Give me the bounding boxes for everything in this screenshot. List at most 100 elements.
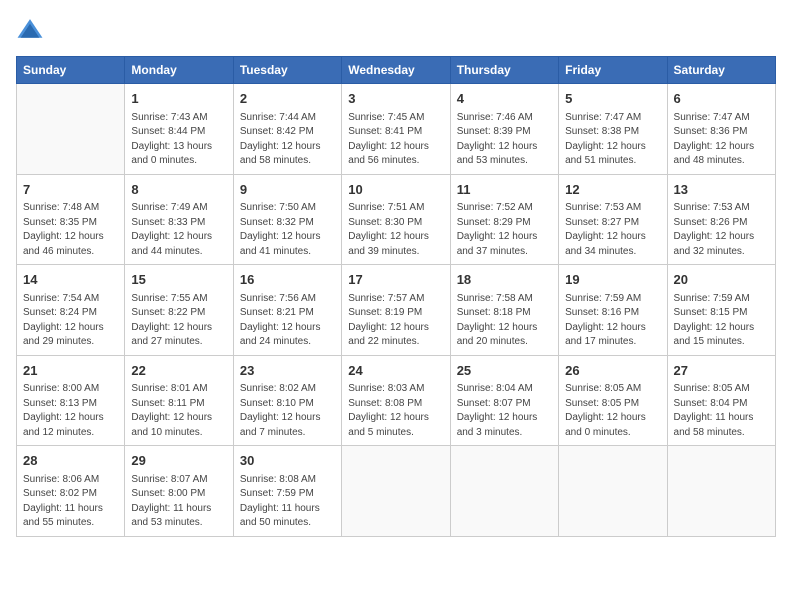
calendar-cell: 5Sunrise: 7:47 AMSunset: 8:38 PMDaylight…: [559, 84, 667, 175]
calendar-cell: [667, 446, 775, 537]
calendar-week-row: 14Sunrise: 7:54 AMSunset: 8:24 PMDayligh…: [17, 265, 776, 356]
day-info: Sunrise: 8:03 AMSunset: 8:08 PMDaylight:…: [348, 382, 443, 440]
calendar-cell: 10Sunrise: 7:51 AMSunset: 8:30 PMDayligh…: [342, 174, 450, 265]
day-number: 17: [348, 270, 443, 290]
day-number: 22: [131, 361, 226, 381]
day-info: Sunrise: 7:53 AMSunset: 8:26 PMDaylight:…: [674, 201, 769, 259]
day-info: Sunrise: 7:45 AMSunset: 8:41 PMDaylight:…: [348, 111, 443, 169]
day-number: 13: [674, 180, 769, 200]
day-number: 1: [131, 89, 226, 109]
calendar-cell: [559, 446, 667, 537]
calendar-cell: 22Sunrise: 8:01 AMSunset: 8:11 PMDayligh…: [125, 355, 233, 446]
calendar-cell: 9Sunrise: 7:50 AMSunset: 8:32 PMDaylight…: [233, 174, 341, 265]
day-number: 2: [240, 89, 335, 109]
calendar-cell: 23Sunrise: 8:02 AMSunset: 8:10 PMDayligh…: [233, 355, 341, 446]
calendar-cell: 30Sunrise: 8:08 AMSunset: 7:59 PMDayligh…: [233, 446, 341, 537]
day-number: 6: [674, 89, 769, 109]
calendar-cell: 25Sunrise: 8:04 AMSunset: 8:07 PMDayligh…: [450, 355, 558, 446]
day-number: 12: [565, 180, 660, 200]
day-number: 28: [23, 451, 118, 471]
calendar-week-row: 1Sunrise: 7:43 AMSunset: 8:44 PMDaylight…: [17, 84, 776, 175]
header-row: SundayMondayTuesdayWednesdayThursdayFrid…: [17, 57, 776, 84]
day-info: Sunrise: 8:02 AMSunset: 8:10 PMDaylight:…: [240, 382, 335, 440]
calendar-cell: 15Sunrise: 7:55 AMSunset: 8:22 PMDayligh…: [125, 265, 233, 356]
day-info: Sunrise: 7:46 AMSunset: 8:39 PMDaylight:…: [457, 111, 552, 169]
calendar-week-row: 21Sunrise: 8:00 AMSunset: 8:13 PMDayligh…: [17, 355, 776, 446]
day-number: 8: [131, 180, 226, 200]
day-number: 10: [348, 180, 443, 200]
day-info: Sunrise: 8:08 AMSunset: 7:59 PMDaylight:…: [240, 473, 335, 531]
calendar-cell: 19Sunrise: 7:59 AMSunset: 8:16 PMDayligh…: [559, 265, 667, 356]
calendar-week-row: 7Sunrise: 7:48 AMSunset: 8:35 PMDaylight…: [17, 174, 776, 265]
day-number: 21: [23, 361, 118, 381]
calendar-cell: 28Sunrise: 8:06 AMSunset: 8:02 PMDayligh…: [17, 446, 125, 537]
day-info: Sunrise: 8:05 AMSunset: 8:04 PMDaylight:…: [674, 382, 769, 440]
calendar-cell: 6Sunrise: 7:47 AMSunset: 8:36 PMDaylight…: [667, 84, 775, 175]
calendar-cell: [450, 446, 558, 537]
day-number: 24: [348, 361, 443, 381]
calendar-cell: 2Sunrise: 7:44 AMSunset: 8:42 PMDaylight…: [233, 84, 341, 175]
calendar-cell: 26Sunrise: 8:05 AMSunset: 8:05 PMDayligh…: [559, 355, 667, 446]
weekday-header: Sunday: [17, 57, 125, 84]
day-info: Sunrise: 7:57 AMSunset: 8:19 PMDaylight:…: [348, 292, 443, 350]
day-number: 23: [240, 361, 335, 381]
calendar-cell: 21Sunrise: 8:00 AMSunset: 8:13 PMDayligh…: [17, 355, 125, 446]
day-info: Sunrise: 7:43 AMSunset: 8:44 PMDaylight:…: [131, 111, 226, 169]
day-info: Sunrise: 7:47 AMSunset: 8:36 PMDaylight:…: [674, 111, 769, 169]
calendar-cell: 24Sunrise: 8:03 AMSunset: 8:08 PMDayligh…: [342, 355, 450, 446]
day-info: Sunrise: 7:50 AMSunset: 8:32 PMDaylight:…: [240, 201, 335, 259]
day-number: 11: [457, 180, 552, 200]
day-number: 25: [457, 361, 552, 381]
day-number: 18: [457, 270, 552, 290]
calendar-cell: 29Sunrise: 8:07 AMSunset: 8:00 PMDayligh…: [125, 446, 233, 537]
day-number: 15: [131, 270, 226, 290]
day-number: 5: [565, 89, 660, 109]
day-info: Sunrise: 8:07 AMSunset: 8:00 PMDaylight:…: [131, 473, 226, 531]
day-info: Sunrise: 7:54 AMSunset: 8:24 PMDaylight:…: [23, 292, 118, 350]
calendar-cell: 20Sunrise: 7:59 AMSunset: 8:15 PMDayligh…: [667, 265, 775, 356]
page-header: [16, 16, 776, 44]
day-info: Sunrise: 7:56 AMSunset: 8:21 PMDaylight:…: [240, 292, 335, 350]
day-info: Sunrise: 7:44 AMSunset: 8:42 PMDaylight:…: [240, 111, 335, 169]
day-number: 3: [348, 89, 443, 109]
day-number: 27: [674, 361, 769, 381]
day-info: Sunrise: 7:58 AMSunset: 8:18 PMDaylight:…: [457, 292, 552, 350]
weekday-header: Saturday: [667, 57, 775, 84]
calendar-cell: 1Sunrise: 7:43 AMSunset: 8:44 PMDaylight…: [125, 84, 233, 175]
day-info: Sunrise: 7:59 AMSunset: 8:15 PMDaylight:…: [674, 292, 769, 350]
calendar-week-row: 28Sunrise: 8:06 AMSunset: 8:02 PMDayligh…: [17, 446, 776, 537]
logo: [16, 16, 48, 44]
day-info: Sunrise: 7:55 AMSunset: 8:22 PMDaylight:…: [131, 292, 226, 350]
calendar-cell: [342, 446, 450, 537]
weekday-header: Tuesday: [233, 57, 341, 84]
day-info: Sunrise: 8:04 AMSunset: 8:07 PMDaylight:…: [457, 382, 552, 440]
calendar-cell: [17, 84, 125, 175]
calendar-cell: 14Sunrise: 7:54 AMSunset: 8:24 PMDayligh…: [17, 265, 125, 356]
day-number: 20: [674, 270, 769, 290]
calendar-cell: 17Sunrise: 7:57 AMSunset: 8:19 PMDayligh…: [342, 265, 450, 356]
day-info: Sunrise: 7:47 AMSunset: 8:38 PMDaylight:…: [565, 111, 660, 169]
calendar-table: SundayMondayTuesdayWednesdayThursdayFrid…: [16, 56, 776, 537]
calendar-cell: 13Sunrise: 7:53 AMSunset: 8:26 PMDayligh…: [667, 174, 775, 265]
day-info: Sunrise: 7:49 AMSunset: 8:33 PMDaylight:…: [131, 201, 226, 259]
calendar-cell: 4Sunrise: 7:46 AMSunset: 8:39 PMDaylight…: [450, 84, 558, 175]
day-info: Sunrise: 8:05 AMSunset: 8:05 PMDaylight:…: [565, 382, 660, 440]
day-info: Sunrise: 7:51 AMSunset: 8:30 PMDaylight:…: [348, 201, 443, 259]
day-number: 26: [565, 361, 660, 381]
day-info: Sunrise: 7:52 AMSunset: 8:29 PMDaylight:…: [457, 201, 552, 259]
calendar-cell: 7Sunrise: 7:48 AMSunset: 8:35 PMDaylight…: [17, 174, 125, 265]
day-number: 4: [457, 89, 552, 109]
day-number: 9: [240, 180, 335, 200]
calendar-cell: 12Sunrise: 7:53 AMSunset: 8:27 PMDayligh…: [559, 174, 667, 265]
day-number: 7: [23, 180, 118, 200]
day-info: Sunrise: 7:48 AMSunset: 8:35 PMDaylight:…: [23, 201, 118, 259]
calendar-cell: 8Sunrise: 7:49 AMSunset: 8:33 PMDaylight…: [125, 174, 233, 265]
day-number: 16: [240, 270, 335, 290]
day-info: Sunrise: 8:01 AMSunset: 8:11 PMDaylight:…: [131, 382, 226, 440]
weekday-header: Thursday: [450, 57, 558, 84]
calendar-cell: 27Sunrise: 8:05 AMSunset: 8:04 PMDayligh…: [667, 355, 775, 446]
calendar-cell: 3Sunrise: 7:45 AMSunset: 8:41 PMDaylight…: [342, 84, 450, 175]
day-info: Sunrise: 7:59 AMSunset: 8:16 PMDaylight:…: [565, 292, 660, 350]
calendar-cell: 18Sunrise: 7:58 AMSunset: 8:18 PMDayligh…: [450, 265, 558, 356]
day-number: 30: [240, 451, 335, 471]
